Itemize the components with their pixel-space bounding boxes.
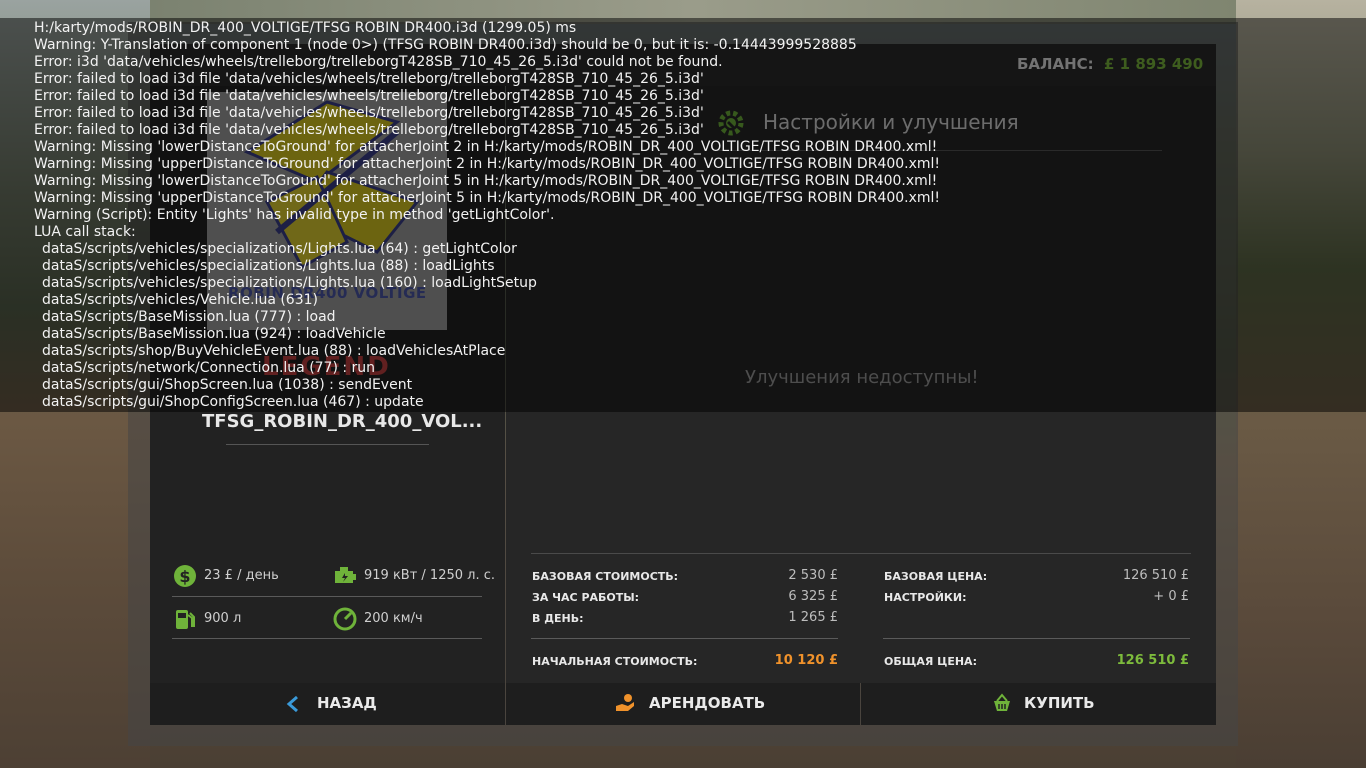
lease-button-label: АРЕНДОВАТЬ: [649, 694, 766, 712]
per-hour-value: 6 325 £: [788, 589, 838, 604]
fuel-capacity: 900 л: [204, 611, 242, 626]
stats-divider: [531, 553, 1191, 554]
daily-cost: 23 £ / день: [204, 568, 279, 583]
buy-button-label: КУПИТЬ: [1024, 694, 1095, 712]
background-scenery-top: [150, 0, 1236, 24]
per-day-label: В ДЕНЬ:: [532, 612, 584, 625]
initial-cost-value: 10 120 £: [774, 653, 838, 668]
per-hour-label: ЗА ЧАС РАБОТЫ:: [532, 591, 640, 604]
stats-divider: [883, 638, 1190, 639]
money-icon: $: [174, 565, 196, 587]
thumbnail-caption: ROBIN DR400 VOLTIGE: [228, 284, 427, 302]
spec-divider: [172, 596, 482, 597]
per-day-value: 1 265 £: [788, 610, 838, 625]
base-price-label: БАЗОВАЯ ЦЕНА:: [884, 570, 988, 583]
settings-value: + 0 £: [1153, 589, 1189, 604]
basket-icon: [994, 693, 1010, 711]
engine-power: 919 кВт / 1250 л. с.: [364, 568, 496, 583]
max-speed: 200 км/ч: [364, 611, 423, 626]
no-upgrades-message: Улучшения недоступны!: [745, 367, 979, 388]
settings-label: НАСТРОЙКИ:: [884, 591, 967, 604]
speedometer-icon: [333, 607, 357, 631]
initial-cost-label: НАЧАЛЬНАЯ СТОИМОСТЬ:: [532, 655, 698, 668]
total-price-value: 126 510 £: [1116, 653, 1189, 668]
fuel-icon: [176, 610, 195, 629]
svg-text:$: $: [179, 567, 190, 586]
engine-icon: [335, 567, 356, 583]
gear-icon: [718, 110, 744, 136]
balance-value: £ 1 893 490: [1104, 55, 1204, 73]
vehicle-name: TFSG_ROBIN_DR_400_VOL...: [202, 411, 483, 432]
base-cost-label: БАЗОВАЯ СТОИМОСТЬ:: [532, 570, 679, 583]
name-divider: [226, 444, 429, 445]
base-cost-value: 2 530 £: [788, 568, 838, 583]
base-price-value: 126 510 £: [1122, 568, 1189, 583]
balance-label: БАЛАНС:: [1017, 55, 1094, 73]
total-price-label: ОБЩАЯ ЦЕНА:: [884, 655, 977, 668]
spec-divider: [172, 638, 482, 639]
chevron-left-icon: [286, 695, 298, 713]
lease-hand-icon: [616, 694, 634, 711]
legend-logo: LEGEND: [262, 352, 391, 382]
title-divider: [716, 150, 1162, 151]
back-button-label: НАЗАД: [317, 694, 377, 712]
stats-divider: [531, 638, 838, 639]
config-title: Настройки и улучшения: [763, 110, 1019, 134]
background-scenery-right: [1236, 0, 1366, 768]
